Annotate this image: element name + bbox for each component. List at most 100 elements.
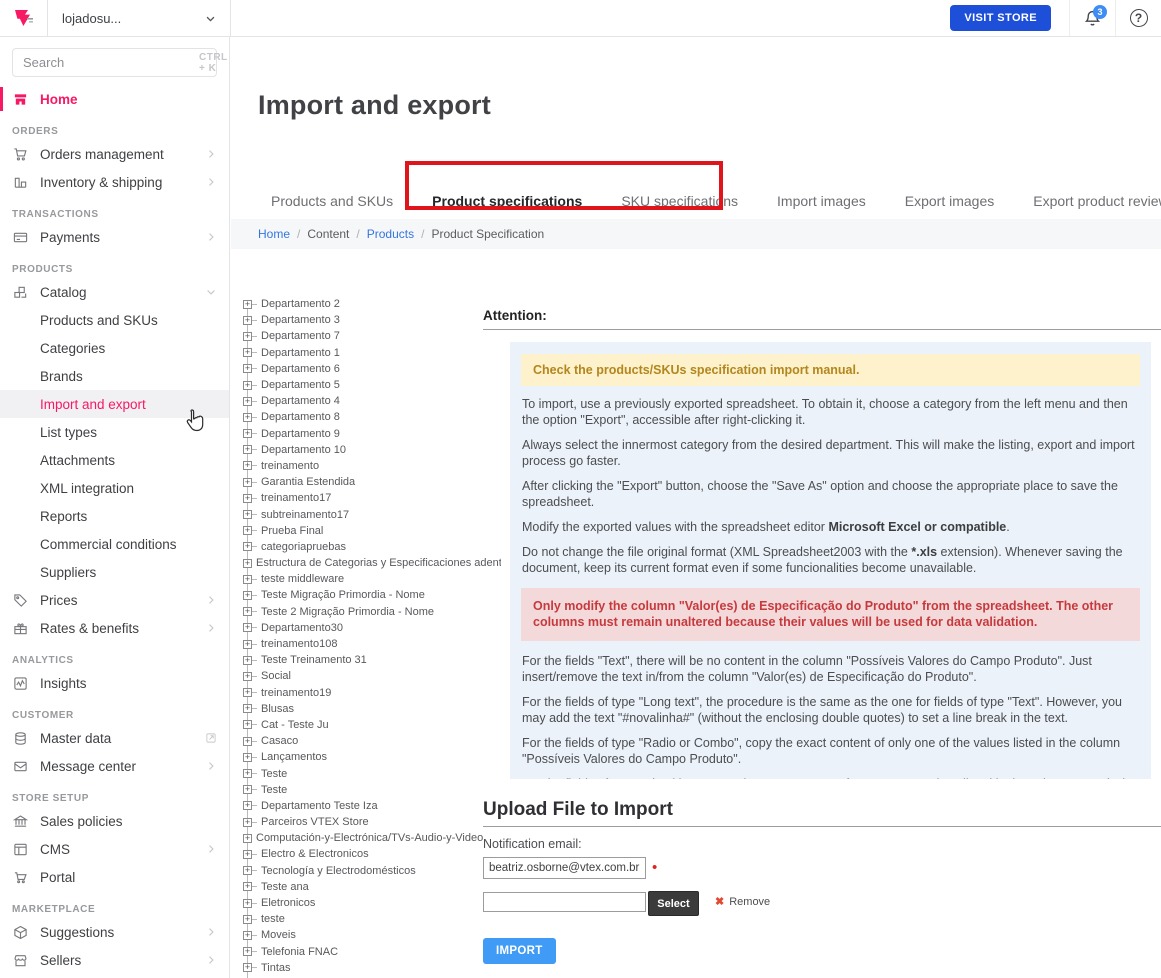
tree-expand-icon[interactable]: + xyxy=(243,963,252,972)
sidebar-item-attachments[interactable]: Attachments xyxy=(0,446,229,474)
tree-node-label[interactable]: Teste Migração Primordia - Nome xyxy=(261,589,425,601)
tree-node-label[interactable]: treinamento17 xyxy=(261,492,331,504)
tree-node-label[interactable]: Computación-y-Electrónica/TVs-Audio-y-Vi… xyxy=(256,832,501,844)
tree-expand-icon[interactable]: + xyxy=(243,542,252,551)
tree-node-label[interactable]: Departamento 10 xyxy=(261,444,346,456)
tree-node-label[interactable]: Departamento 5 xyxy=(261,379,340,391)
manual-notice[interactable]: Check the products/SKUs specification im… xyxy=(521,354,1140,386)
sidebar-item-orders-management[interactable]: Orders management xyxy=(0,140,229,168)
tree-node-label[interactable]: subtreinamento17 xyxy=(261,509,349,521)
sidebar-item-import-and-export[interactable]: Import and export xyxy=(0,390,229,418)
tree-expand-icon[interactable]: + xyxy=(243,899,252,908)
tree-node-label[interactable]: Casaco xyxy=(261,735,298,747)
tree-expand-icon[interactable]: + xyxy=(243,526,252,535)
tree-node-label[interactable]: Departamento 8 xyxy=(261,411,340,423)
sidebar-item-categories[interactable]: Categories xyxy=(0,334,229,362)
tree-node-label[interactable]: Teste 2 Migração Primordia - Nome xyxy=(261,606,434,618)
sidebar-item-list-types[interactable]: List types xyxy=(0,418,229,446)
breadcrumb-item-home[interactable]: Home xyxy=(258,227,290,241)
tree-expand-icon[interactable]: + xyxy=(243,364,252,373)
tree-expand-icon[interactable]: + xyxy=(243,300,252,309)
tree-expand-icon[interactable]: + xyxy=(243,461,252,470)
tab-export-product-reviews[interactable]: Export product reviews xyxy=(1033,193,1161,209)
tree-node-label[interactable]: Lançamentos xyxy=(261,751,327,763)
tree-expand-icon[interactable]: + xyxy=(243,785,252,794)
tree-node-label[interactable]: Departamento 1 xyxy=(261,347,340,359)
tree-node-label[interactable]: Teste xyxy=(261,784,287,796)
import-button[interactable]: IMPORT xyxy=(483,938,556,964)
tab-product-specifications[interactable]: Product specifications xyxy=(432,193,582,209)
tree-expand-icon[interactable]: + xyxy=(243,559,252,568)
sidebar-search[interactable]: CTRL + K xyxy=(12,48,217,77)
tree-expand-icon[interactable]: + xyxy=(243,801,252,810)
tree-expand-icon[interactable]: + xyxy=(243,623,252,632)
tree-node-label[interactable]: Departamento30 xyxy=(261,622,343,634)
sidebar-item-xml-integration[interactable]: XML integration xyxy=(0,474,229,502)
tree-expand-icon[interactable]: + xyxy=(243,445,252,454)
tree-expand-icon[interactable]: + xyxy=(243,316,252,325)
sidebar-item-master-data[interactable]: Master data xyxy=(0,724,229,752)
tab-export-images[interactable]: Export images xyxy=(905,193,994,209)
tree-node-label[interactable]: Departamento Teste Iza xyxy=(261,800,378,812)
tree-expand-icon[interactable]: + xyxy=(243,769,252,778)
tree-node-label[interactable]: Teste xyxy=(261,768,287,780)
tree-expand-icon[interactable]: + xyxy=(243,882,252,891)
tree-node-label[interactable]: teste middleware xyxy=(261,573,344,585)
tree-expand-icon[interactable]: + xyxy=(243,397,252,406)
tree-expand-icon[interactable]: + xyxy=(243,850,252,859)
tree-expand-icon[interactable]: + xyxy=(243,737,252,746)
sidebar-item-catalog[interactable]: Catalog xyxy=(0,278,229,306)
tree-node-label[interactable]: treinamento xyxy=(261,460,319,472)
store-selector[interactable]: lojadosu... xyxy=(48,0,231,36)
tree-expand-icon[interactable]: + xyxy=(243,494,252,503)
tree-expand-icon[interactable]: + xyxy=(243,672,252,681)
tree-node-label[interactable]: Social xyxy=(261,670,291,682)
remove-file-link[interactable]: ✖ Remove xyxy=(715,895,770,908)
tree-expand-icon[interactable]: + xyxy=(243,381,252,390)
visit-store-button[interactable]: VISIT STORE xyxy=(950,5,1051,31)
tree-node-label[interactable]: Prueba Final xyxy=(261,525,323,537)
sidebar-item-rates-benefits[interactable]: Rates & benefits xyxy=(0,614,229,642)
tree-expand-icon[interactable]: + xyxy=(243,753,252,762)
tree-expand-icon[interactable]: + xyxy=(243,947,252,956)
tree-expand-icon[interactable]: + xyxy=(243,591,252,600)
tree-node-label[interactable]: categoriapruebas xyxy=(261,541,346,553)
tree-node-label[interactable]: Estructura de Categorias y Especificacio… xyxy=(256,557,501,569)
tree-expand-icon[interactable]: + xyxy=(243,640,252,649)
notification-email-input[interactable] xyxy=(483,857,646,879)
tree-node-label[interactable]: Departamento 7 xyxy=(261,330,340,342)
sidebar-item-commercial-conditions[interactable]: Commercial conditions xyxy=(0,530,229,558)
sidebar-item-brands[interactable]: Brands xyxy=(0,362,229,390)
tree-expand-icon[interactable]: + xyxy=(243,866,252,875)
sidebar-item-cms[interactable]: CMS xyxy=(0,835,229,863)
tree-node-label[interactable]: Electro & Electronicos xyxy=(261,848,369,860)
sidebar-item-payments[interactable]: Payments xyxy=(0,223,229,251)
sidebar-item-inventory-shipping[interactable]: Inventory & shipping xyxy=(0,168,229,196)
tree-node-label[interactable]: Departamento 3 xyxy=(261,314,340,326)
search-input[interactable] xyxy=(23,55,199,70)
tree-expand-icon[interactable]: + xyxy=(243,688,252,697)
tree-expand-icon[interactable]: + xyxy=(243,429,252,438)
tree-node-label[interactable]: Teste Treinamento 31 xyxy=(261,654,367,666)
sidebar-item-message-center[interactable]: Message center xyxy=(0,752,229,780)
tab-import-images[interactable]: Import images xyxy=(777,193,866,209)
tree-expand-icon[interactable]: + xyxy=(243,332,252,341)
tree-node-label[interactable]: Tintas xyxy=(261,962,291,974)
tree-expand-icon[interactable]: + xyxy=(243,607,252,616)
tree-node-label[interactable]: Departamento 9 xyxy=(261,428,340,440)
tree-node-label[interactable]: Departamento 6 xyxy=(261,363,340,375)
tree-expand-icon[interactable]: + xyxy=(243,478,252,487)
tree-node-label[interactable]: Departamento 4 xyxy=(261,395,340,407)
file-path-input[interactable] xyxy=(483,892,646,912)
tree-expand-icon[interactable]: + xyxy=(243,931,252,940)
tree-node-label[interactable]: Garantia Estendida xyxy=(261,476,355,488)
tree-expand-icon[interactable]: + xyxy=(243,834,252,843)
tree-node-label[interactable]: Cat - Teste Ju xyxy=(261,719,329,731)
sidebar-item-suppliers[interactable]: Suppliers xyxy=(0,558,229,586)
tree-expand-icon[interactable]: + xyxy=(243,720,252,729)
help-button[interactable]: ? xyxy=(1115,0,1161,36)
tree-node-label[interactable]: Blusas xyxy=(261,703,294,715)
tab-products-and-skus[interactable]: Products and SKUs xyxy=(271,193,393,209)
tree-node-label[interactable]: treinamento19 xyxy=(261,687,331,699)
tree-node-label[interactable]: treinamento108 xyxy=(261,638,337,650)
